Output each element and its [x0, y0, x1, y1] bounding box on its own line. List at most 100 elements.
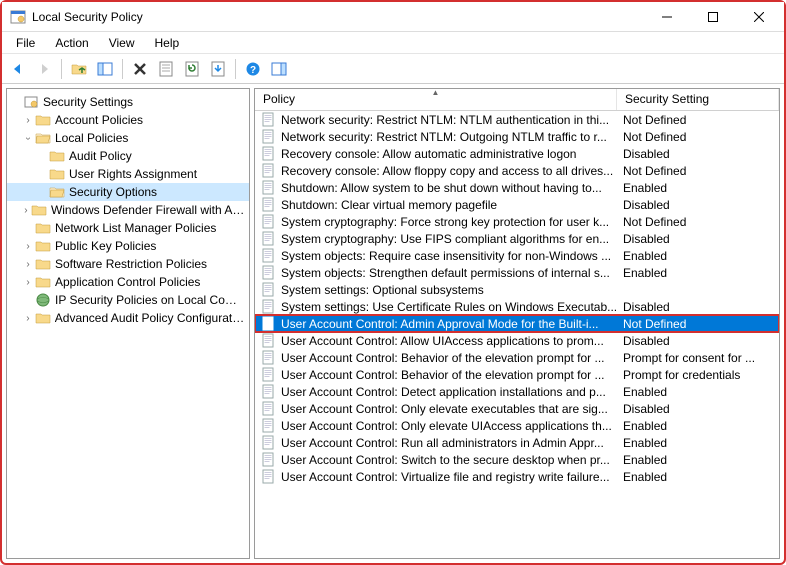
- menu-help[interactable]: Help: [147, 34, 188, 52]
- menubar: File Action View Help: [2, 32, 784, 54]
- policy-setting-cell: Not Defined: [617, 130, 779, 144]
- folder-icon: [35, 238, 51, 254]
- tree-item-application-control[interactable]: › Application Control Policies: [7, 273, 249, 291]
- forward-button[interactable]: [32, 57, 56, 81]
- chevron-right-icon[interactable]: ›: [21, 313, 35, 324]
- folder-icon: [35, 310, 51, 326]
- policy-icon: [261, 452, 277, 468]
- policy-row[interactable]: System settings: Use Certificate Rules o…: [255, 298, 779, 315]
- policy-row[interactable]: System objects: Strengthen default permi…: [255, 264, 779, 281]
- column-header-policy[interactable]: Policy ▲: [255, 89, 617, 110]
- policy-row[interactable]: User Account Control: Allow UIAccess app…: [255, 332, 779, 349]
- help-button[interactable]: ?: [241, 57, 265, 81]
- maximize-button[interactable]: [690, 2, 736, 31]
- folder-icon: [49, 166, 65, 182]
- chevron-right-icon[interactable]: ›: [21, 115, 35, 126]
- up-button[interactable]: [67, 57, 91, 81]
- nav-tree: Security Settings › Account Policies › L…: [7, 89, 249, 331]
- tree-pane[interactable]: Security Settings › Account Policies › L…: [6, 88, 250, 559]
- tree-item-network-list-manager[interactable]: Network List Manager Policies: [7, 219, 249, 237]
- policy-icon: [261, 401, 277, 417]
- policy-icon: [261, 316, 277, 332]
- sort-ascending-icon: ▲: [432, 88, 440, 97]
- list-header: Policy ▲ Security Setting: [255, 89, 779, 111]
- policy-name-cell: System settings: Optional subsystems: [255, 282, 617, 298]
- tree-root-security-settings[interactable]: Security Settings: [7, 93, 249, 111]
- menu-file[interactable]: File: [8, 34, 43, 52]
- policy-row[interactable]: User Account Control: Virtualize file an…: [255, 468, 779, 485]
- policy-setting-cell: Not Defined: [617, 215, 779, 229]
- policy-name-cell: User Account Control: Run all administra…: [255, 435, 617, 451]
- policy-row[interactable]: System cryptography: Use FIPS compliant …: [255, 230, 779, 247]
- policy-row[interactable]: Recovery console: Allow floppy copy and …: [255, 162, 779, 179]
- close-button[interactable]: [736, 2, 782, 31]
- folder-open-icon: [49, 184, 65, 200]
- policy-row[interactable]: System cryptography: Force strong key pr…: [255, 213, 779, 230]
- chevron-right-icon[interactable]: ›: [21, 241, 35, 252]
- policy-row[interactable]: User Account Control: Behavior of the el…: [255, 349, 779, 366]
- export-list-button[interactable]: [206, 57, 230, 81]
- properties-button[interactable]: [154, 57, 178, 81]
- policy-icon: [261, 146, 277, 162]
- show-hide-tree-button[interactable]: [93, 57, 117, 81]
- policy-row[interactable]: Shutdown: Clear virtual memory pagefileD…: [255, 196, 779, 213]
- tree-item-account-policies[interactable]: › Account Policies: [7, 111, 249, 129]
- policy-name: Shutdown: Allow system to be shut down w…: [281, 181, 602, 195]
- back-button[interactable]: [6, 57, 30, 81]
- policy-name-cell: System objects: Require case insensitivi…: [255, 248, 617, 264]
- policy-row[interactable]: Network security: Restrict NTLM: Outgoin…: [255, 128, 779, 145]
- tree-item-security-options[interactable]: Security Options: [7, 183, 249, 201]
- policy-name: User Account Control: Only elevate execu…: [281, 402, 608, 416]
- policy-setting-cell: Enabled: [617, 385, 779, 399]
- policy-name-cell: User Account Control: Virtualize file an…: [255, 469, 617, 485]
- tree-item-public-key-policies[interactable]: › Public Key Policies: [7, 237, 249, 255]
- policy-row[interactable]: User Account Control: Only elevate UIAcc…: [255, 417, 779, 434]
- policy-icon: [261, 299, 277, 315]
- menu-action[interactable]: Action: [47, 34, 96, 52]
- menu-view[interactable]: View: [101, 34, 143, 52]
- chevron-down-icon[interactable]: ›: [23, 131, 34, 145]
- chevron-right-icon[interactable]: ›: [21, 277, 35, 288]
- tree-item-advanced-audit[interactable]: › Advanced Audit Policy Configuration: [7, 309, 249, 327]
- policy-row[interactable]: Network security: Restrict NTLM: NTLM au…: [255, 111, 779, 128]
- delete-button[interactable]: [128, 57, 152, 81]
- minimize-button[interactable]: [644, 2, 690, 31]
- tree-item-windows-defender-firewall[interactable]: › Windows Defender Firewall with Advance…: [7, 201, 249, 219]
- policy-setting-cell: Disabled: [617, 232, 779, 246]
- policy-row[interactable]: User Account Control: Run all administra…: [255, 434, 779, 451]
- policy-row[interactable]: User Account Control: Behavior of the el…: [255, 366, 779, 383]
- policy-row[interactable]: System settings: Optional subsystems: [255, 281, 779, 298]
- action-pane-button[interactable]: [267, 57, 291, 81]
- chevron-right-icon[interactable]: ›: [21, 259, 35, 270]
- tree-item-ip-security[interactable]: IP Security Policies on Local Computer: [7, 291, 249, 309]
- policy-icon: [261, 129, 277, 145]
- policy-row[interactable]: User Account Control: Admin Approval Mod…: [255, 315, 779, 332]
- tree-item-audit-policy[interactable]: Audit Policy: [7, 147, 249, 165]
- policy-list[interactable]: Network security: Restrict NTLM: NTLM au…: [255, 111, 779, 558]
- tree-item-local-policies[interactable]: › Local Policies: [7, 129, 249, 147]
- policy-setting-cell: Enabled: [617, 436, 779, 450]
- window-title: Local Security Policy: [32, 10, 644, 24]
- policy-icon: [261, 180, 277, 196]
- policy-name: User Account Control: Admin Approval Mod…: [281, 317, 598, 331]
- tree-item-user-rights[interactable]: User Rights Assignment: [7, 165, 249, 183]
- policy-name-cell: System settings: Use Certificate Rules o…: [255, 299, 617, 315]
- policy-row[interactable]: User Account Control: Detect application…: [255, 383, 779, 400]
- chevron-right-icon[interactable]: ›: [21, 205, 31, 216]
- policy-name: User Account Control: Allow UIAccess app…: [281, 334, 604, 348]
- policy-row[interactable]: Shutdown: Allow system to be shut down w…: [255, 179, 779, 196]
- policy-name: User Account Control: Behavior of the el…: [281, 351, 605, 365]
- policy-icon: [261, 163, 277, 179]
- folder-icon: [49, 148, 65, 164]
- policy-setting-cell: Not Defined: [617, 317, 779, 331]
- policy-row[interactable]: User Account Control: Only elevate execu…: [255, 400, 779, 417]
- policy-row[interactable]: Recovery console: Allow automatic admini…: [255, 145, 779, 162]
- svg-text:?: ?: [250, 65, 256, 76]
- refresh-button[interactable]: [180, 57, 204, 81]
- tree-item-software-restriction[interactable]: › Software Restriction Policies: [7, 255, 249, 273]
- policy-row[interactable]: User Account Control: Switch to the secu…: [255, 451, 779, 468]
- column-header-setting[interactable]: Security Setting: [617, 89, 779, 110]
- policy-row[interactable]: System objects: Require case insensitivi…: [255, 247, 779, 264]
- policy-name: System settings: Use Certificate Rules o…: [281, 300, 617, 314]
- policy-setting-cell: Not Defined: [617, 113, 779, 127]
